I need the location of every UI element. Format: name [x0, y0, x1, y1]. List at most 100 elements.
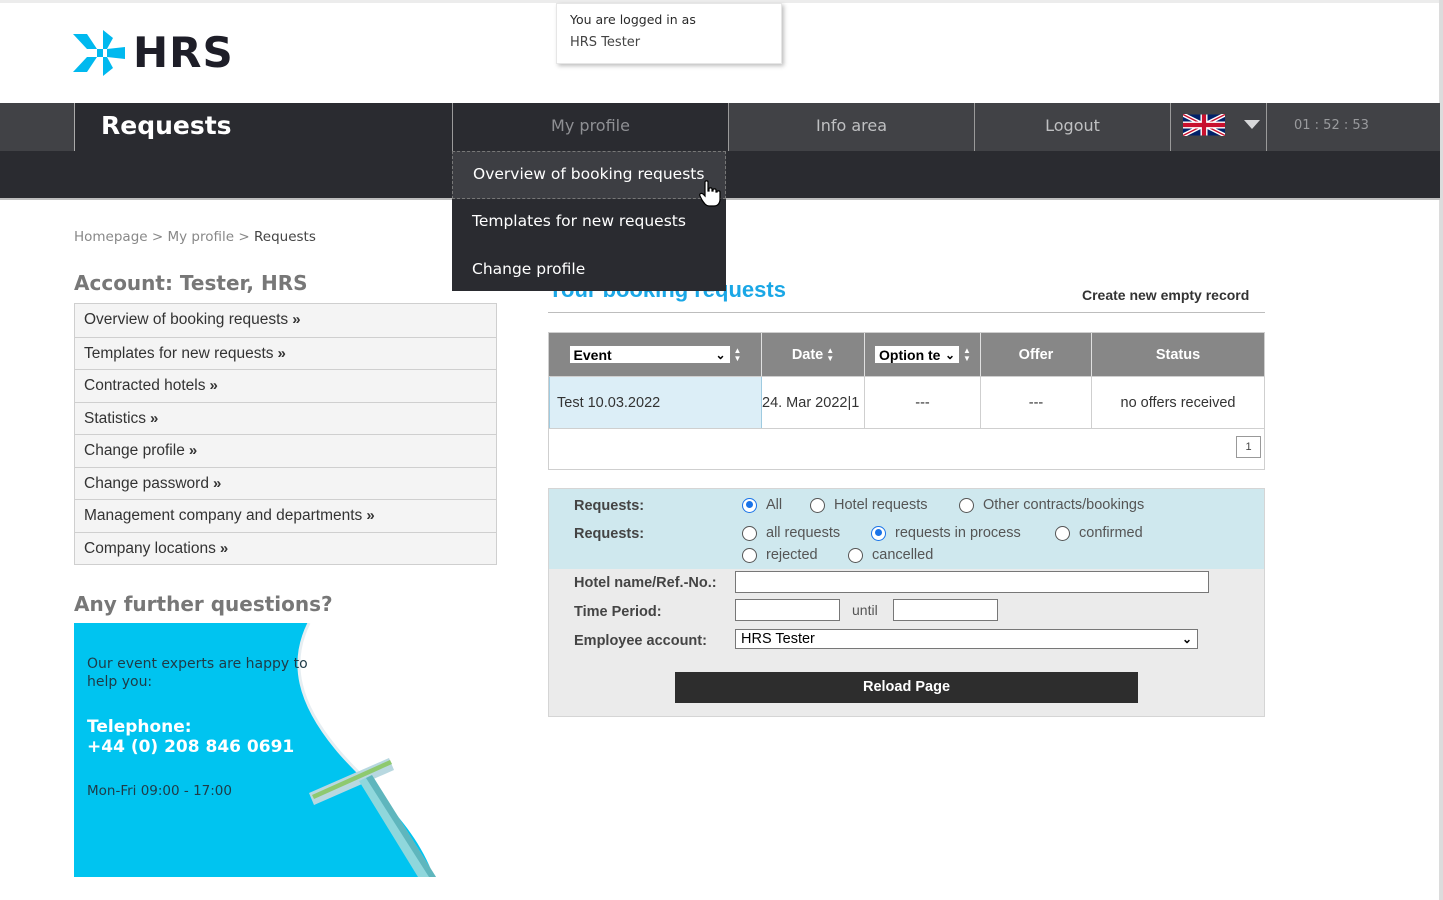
sidebar-item-templates[interactable]: Templates for new requests» — [75, 336, 496, 369]
account-title: Account: Tester, HRS — [74, 271, 308, 295]
sidebar-item-label: Overview of booking requests — [84, 311, 289, 328]
double-chevron-icon: » — [188, 442, 198, 459]
sidebar-item-change-profile[interactable]: Change profile» — [75, 434, 496, 467]
filter-panel: Requests: All Hotel requests Other contr… — [548, 488, 1265, 717]
hotel-name-label: Hotel name/Ref.-No.: — [574, 575, 717, 591]
cell-offer: --- — [981, 377, 1092, 428]
cell-status: no offers received — [1120, 394, 1236, 411]
dropdown-item-change-profile[interactable]: Change profile — [452, 247, 726, 295]
breadcrumb-separator: > — [234, 229, 254, 245]
nav-section-title: Requests — [75, 103, 452, 151]
uk-flag-icon — [1183, 114, 1225, 136]
logged-in-box: You are logged in as HRS Tester — [556, 3, 782, 64]
sidebar-item-statistics[interactable]: Statistics» — [75, 401, 496, 434]
radio-hotel-requests[interactable]: Hotel requests — [810, 497, 928, 513]
radio-label: confirmed — [1079, 525, 1143, 541]
sidebar-item-label: Management company and departments — [84, 507, 363, 524]
radio-label: All — [766, 497, 783, 513]
breadcrumb-separator: > — [147, 229, 168, 245]
radio-unchecked-icon — [1055, 525, 1070, 541]
sort-icon[interactable]: ▲ ▼ — [734, 346, 742, 363]
period-from-input[interactable] — [735, 599, 840, 621]
radio-other-contracts[interactable]: Other contracts/bookings — [959, 497, 1144, 513]
radio-label: Other contracts/bookings — [983, 497, 1145, 513]
nav-info-area[interactable]: Info area — [728, 103, 974, 151]
pager-row: 1 — [549, 428, 1264, 469]
radio-unchecked-icon — [742, 525, 757, 541]
breadcrumb-my-profile[interactable]: My profile — [168, 229, 235, 245]
radio-confirmed[interactable]: confirmed — [1055, 525, 1143, 541]
sort-icon[interactable]: ▲ ▼ — [963, 346, 971, 363]
hrs-star-icon — [73, 30, 125, 76]
table-header: Event ⌄ ▲ ▼ Date ▲ ▼ Option te ⌄ ▲ ▼ Offer … — [549, 333, 1264, 376]
nav-my-profile[interactable]: My profile — [452, 103, 728, 151]
cell-date: 24. Mar 2022|1 — [762, 377, 865, 428]
radio-label: all requests — [766, 525, 841, 541]
radio-all[interactable]: All — [742, 497, 782, 513]
sidebar-item-management-company[interactable]: Management company and departments» — [75, 499, 496, 532]
sidebar-item-overview[interactable]: Overview of booking requests» — [75, 304, 496, 337]
double-chevron-icon: » — [292, 311, 301, 328]
column-date[interactable]: Date ▲ ▼ — [762, 333, 865, 376]
radio-cancelled[interactable]: cancelled — [848, 547, 933, 563]
promo-intro: Our event experts are happy to help you: — [87, 656, 308, 690]
logged-in-user: HRS Tester — [570, 35, 641, 50]
employee-account-select[interactable]: HRS Tester ⌄ — [735, 629, 1198, 649]
breadcrumb-home[interactable]: Homepage — [74, 229, 148, 245]
double-chevron-icon: » — [212, 474, 222, 492]
logged-in-label: You are logged in as — [570, 12, 696, 27]
chevron-down-icon: ⌄ — [1181, 632, 1192, 646]
option-column-select[interactable]: Option te ⌄ — [874, 345, 961, 364]
dropdown-item-templates[interactable]: Templates for new requests — [452, 199, 726, 247]
double-chevron-icon: » — [366, 507, 375, 524]
cell-option: --- — [865, 377, 981, 428]
radio-label: Hotel requests — [834, 497, 928, 513]
page-1-button[interactable]: 1 — [1236, 436, 1261, 458]
radio-rejected[interactable]: rejected — [742, 547, 818, 563]
employee-account-label: Employee account: — [574, 633, 707, 649]
double-chevron-icon: » — [150, 409, 159, 427]
radio-label: requests in process — [895, 525, 1021, 541]
dropdown-item-overview[interactable]: Overview of booking requests — [452, 151, 726, 199]
sidebar-menu: Overview of booking requests» Templates … — [74, 303, 497, 565]
radio-label: cancelled — [872, 547, 934, 563]
radio-label: rejected — [766, 547, 818, 563]
sort-icon[interactable]: ▲ ▼ — [826, 346, 834, 363]
radio-unchecked-icon — [959, 497, 974, 513]
breadcrumb-current: Requests — [253, 229, 316, 245]
sidebar-item-company-locations[interactable]: Company locations» — [75, 531, 496, 564]
questions-title: Any further questions? — [74, 592, 333, 616]
title-divider — [548, 312, 1265, 313]
radio-unchecked-icon — [810, 497, 825, 513]
radio-all-requests[interactable]: all requests — [742, 525, 840, 541]
table-row[interactable]: Test 10.03.2022 24. Mar 2022|1 --- --- n… — [549, 376, 1264, 428]
reload-page-button[interactable]: Reload Page — [675, 672, 1138, 703]
column-option: Option te ⌄ ▲ ▼ — [865, 333, 981, 376]
promo-telephone-number[interactable]: +44 (0) 208 846 0691 — [87, 737, 294, 757]
contact-promo: Our event experts are happy to help you:… — [74, 623, 455, 877]
hrs-logo[interactable]: HRS — [73, 30, 234, 76]
until-label: until — [852, 602, 878, 618]
create-new-record-link[interactable]: Create new empty record — [1082, 287, 1249, 303]
promo-telephone-label: Telephone: — [87, 717, 192, 737]
radio-checked-icon — [871, 525, 886, 541]
radio-checked-icon — [742, 497, 757, 513]
option-select-value: Option te — [879, 346, 941, 363]
sidebar-item-label: Statistics — [84, 409, 147, 427]
cell-event[interactable]: Test 10.03.2022 — [549, 377, 762, 428]
requests-type-label: Requests: — [574, 498, 645, 514]
hotel-name-input[interactable] — [735, 571, 1209, 593]
sidebar-item-change-password[interactable]: Change password» — [75, 466, 496, 499]
event-column-select[interactable]: Event ⌄ — [568, 345, 731, 364]
double-chevron-icon: » — [219, 539, 229, 557]
requests-status-label: Requests: — [574, 526, 645, 542]
sidebar-item-contracted-hotels[interactable]: Contracted hotels» — [75, 369, 496, 402]
time-period-label: Time Period: — [574, 604, 662, 620]
radio-requests-in-process[interactable]: requests in process — [871, 525, 1021, 541]
period-to-input[interactable] — [893, 599, 998, 621]
date-header-label: Date — [791, 346, 824, 363]
nav-logout[interactable]: Logout — [974, 103, 1170, 151]
double-chevron-icon: » — [277, 344, 286, 362]
employee-select-value: HRS Tester — [741, 631, 815, 647]
language-selector[interactable] — [1170, 103, 1266, 151]
